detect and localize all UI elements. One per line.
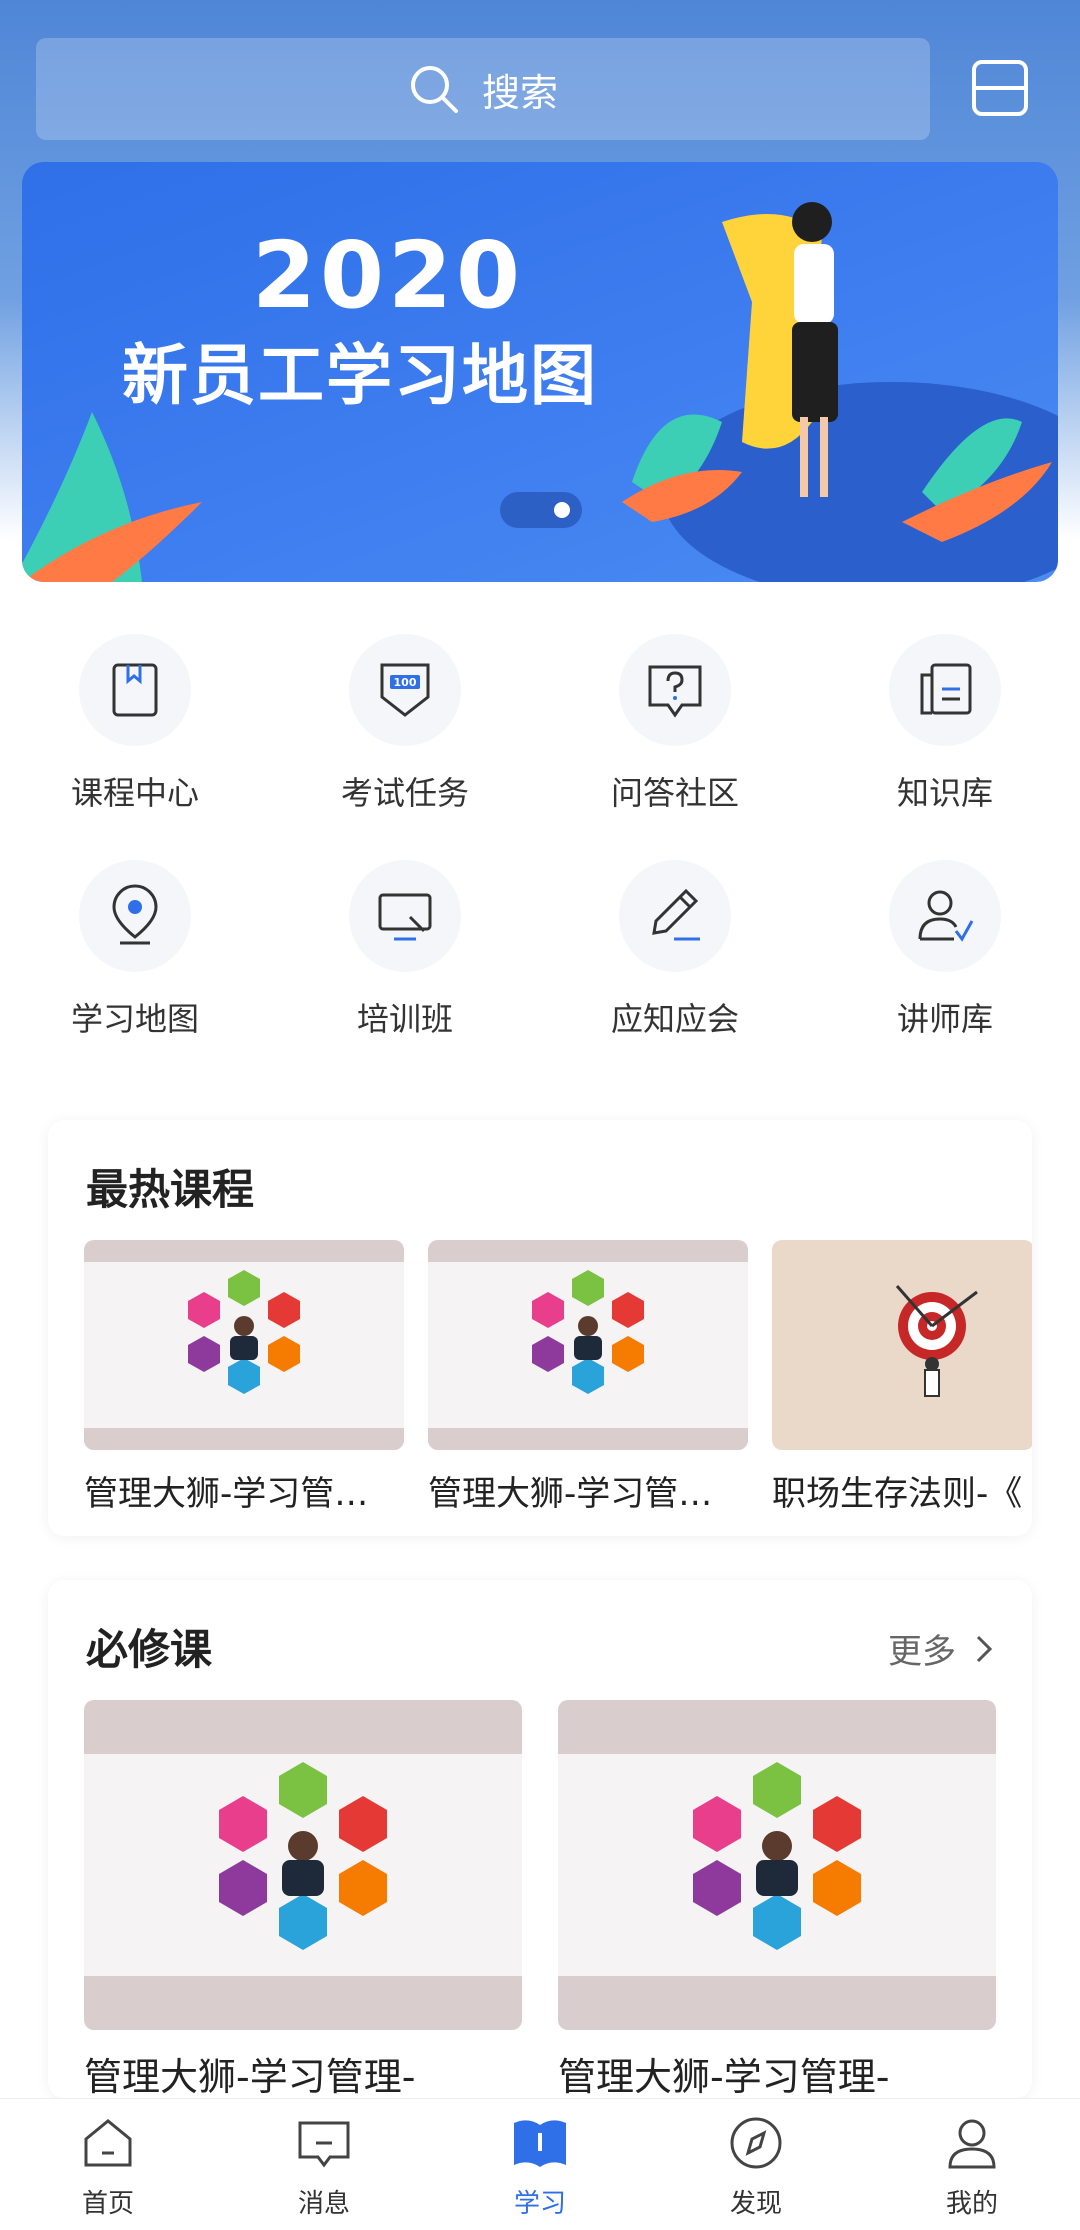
menu-label: 学习地图: [70, 1000, 199, 1038]
management-illustration: [188, 1270, 300, 1394]
menu-learning-map[interactable]: 学习地图: [0, 846, 270, 1046]
course-title[interactable]: 职场生存法则-《: [772, 1466, 1032, 1515]
course-thumbnail[interactable]: [428, 1240, 748, 1450]
message-icon: [298, 2121, 350, 2168]
menu-label: 应知应会: [610, 1000, 739, 1038]
search-bar[interactable]: 搜索: [36, 38, 930, 140]
tab-label: 消息: [297, 2189, 350, 2219]
svg-text:100: 100: [394, 676, 417, 689]
target-illustration: [895, 1285, 978, 1397]
book-icon: [112, 663, 158, 717]
section-title: 必修课: [86, 1625, 213, 1674]
menu-knowledge-base[interactable]: 知识库: [810, 620, 1080, 820]
tab-label: 发现: [729, 2189, 782, 2219]
section-title: 最热课程: [86, 1165, 255, 1214]
menu-label: 课程中心: [70, 774, 199, 812]
tab-messages[interactable]: 消息: [216, 2099, 432, 2230]
banner-title: 新员工学习地图: [122, 337, 598, 414]
tab-home[interactable]: 首页: [0, 2099, 216, 2230]
banner-carousel[interactable]: 2020 新员工学习地图: [22, 162, 1058, 582]
tab-label: 我的: [945, 2189, 998, 2219]
menu-label: 培训班: [356, 1000, 453, 1038]
management-illustration: [693, 1762, 861, 1950]
menu-course-center[interactable]: 课程中心: [0, 620, 270, 820]
more-label: 更多: [888, 1632, 956, 1672]
menu-exam-tasks[interactable]: 100 考试任务: [270, 620, 540, 820]
course-thumbnail[interactable]: [84, 1700, 522, 2030]
course-thumbnail[interactable]: [84, 1240, 404, 1450]
hot-courses-section: 最热课程 管理大狮-学习管… 管理大狮-学习管… 职场生存法则-《: [48, 1120, 1032, 1536]
tab-mine[interactable]: 我的: [864, 2099, 1080, 2230]
required-courses-section: 必修课 更多 管理大狮-学习管理- 管理大狮-学习管理-: [48, 1580, 1032, 2098]
tab-label: 学习: [513, 2189, 566, 2219]
pencil-icon: [652, 888, 700, 941]
banner-year: 2020: [252, 222, 525, 329]
compass-icon: [730, 2117, 782, 2169]
menu-label: 讲师库: [896, 1000, 993, 1038]
tab-discover[interactable]: 发现: [648, 2099, 864, 2230]
user-icon: [948, 2119, 996, 2169]
course-title[interactable]: 管理大狮-学习管…: [84, 1466, 404, 1515]
chevron-right-icon: [976, 1635, 993, 1662]
menu-label: 知识库: [896, 774, 993, 812]
exam-badge-icon: 100: [380, 663, 430, 717]
document-icon: [920, 663, 972, 715]
tab-label: 首页: [81, 2189, 134, 2219]
search-icon: [410, 66, 458, 113]
more-link[interactable]: 更多: [888, 1624, 1002, 1673]
bottom-tab-bar: 首页 消息 学习 发现 我的: [0, 2098, 1080, 2230]
menu-lecturer-library[interactable]: 讲师库: [810, 846, 1080, 1046]
menu-label: 考试任务: [340, 774, 469, 812]
home-icon: [84, 2119, 132, 2167]
course-thumbnail[interactable]: [558, 1700, 996, 2030]
teacher-icon: [918, 890, 974, 942]
question-chat-icon: [648, 665, 702, 718]
carousel-dot: [554, 502, 570, 518]
search-placeholder: 搜索: [481, 70, 558, 115]
menu-training-class[interactable]: 培训班: [270, 846, 540, 1046]
management-illustration: [219, 1762, 387, 1950]
course-title[interactable]: 管理大狮-学习管理-: [84, 2046, 522, 2098]
management-illustration: [532, 1270, 644, 1394]
menu-qa-community[interactable]: 问答社区: [540, 620, 810, 820]
tab-study[interactable]: 学习: [432, 2099, 648, 2230]
monitor-icon: [378, 893, 432, 941]
study-book-icon: [514, 2120, 566, 2167]
menu-label: 问答社区: [610, 774, 739, 812]
course-title[interactable]: 管理大狮-学习管…: [428, 1466, 748, 1515]
menu-must-know[interactable]: 应知应会: [540, 846, 810, 1046]
location-pin-icon: [112, 884, 158, 945]
course-title[interactable]: 管理大狮-学习管理-: [558, 2046, 996, 2098]
course-thumbnail[interactable]: [772, 1240, 1032, 1450]
scan-icon[interactable]: [970, 58, 1030, 118]
